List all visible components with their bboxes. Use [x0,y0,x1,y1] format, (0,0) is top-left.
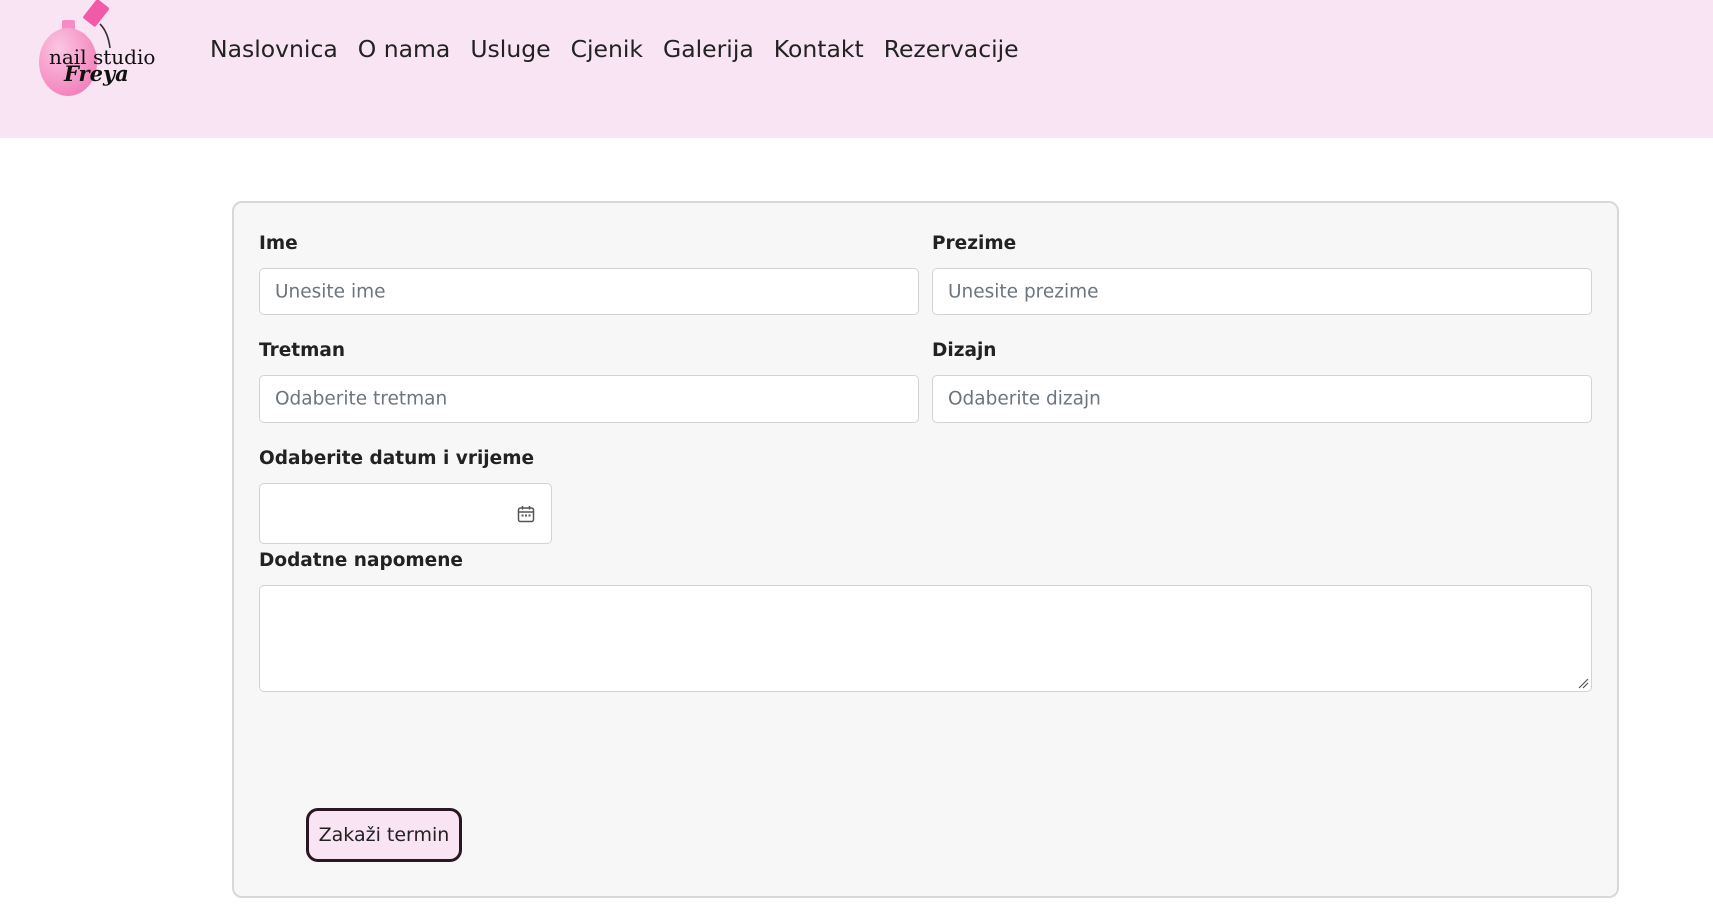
notes-textarea[interactable] [259,585,1592,692]
calendar-icon[interactable] [516,504,536,524]
nav-link-rezervacije[interactable]: Rezervacije [884,34,1019,64]
treatment-select[interactable]: Odaberite tretman [259,375,919,423]
first-name-label: Ime [259,233,298,254]
last-name-input[interactable]: Unesite prezime [932,268,1592,315]
nav-link-galerija[interactable]: Galerija [663,34,754,64]
site-header: nail studio Freya Naslovnica O nama Uslu… [0,0,1713,138]
datetime-input[interactable] [259,483,552,544]
first-name-placeholder: Unesite ime [275,281,386,302]
design-label: Dizajn [932,340,997,361]
nav-link-cjenik[interactable]: Cjenik [571,34,643,64]
last-name-placeholder: Unesite prezime [948,281,1099,302]
nav-link-kontakt[interactable]: Kontakt [774,34,864,64]
design-select[interactable]: Odaberite dizajn [932,375,1592,423]
nail-polish-logo-icon: nail studio Freya [39,0,155,96]
logo[interactable]: nail studio Freya [38,0,156,98]
nav-link-o-nama[interactable]: O nama [358,34,451,64]
main-nav: Naslovnica O nama Usluge Cjenik Galerija… [210,34,1039,64]
treatment-placeholder: Odaberite tretman [275,388,448,410]
nav-link-usluge[interactable]: Usluge [470,34,550,64]
design-placeholder: Odaberite dizajn [948,388,1101,410]
treatment-label: Tretman [259,340,346,361]
first-name-input[interactable]: Unesite ime [259,268,919,315]
nav-link-naslovnica[interactable]: Naslovnica [210,34,338,64]
last-name-label: Prezime [932,233,1017,254]
book-appointment-button[interactable]: Zakaži termin [306,808,462,862]
logo-text-bottom: Freya [63,61,129,86]
notes-label: Dodatne napomene [259,550,463,571]
resize-handle-icon[interactable] [1577,677,1589,689]
datetime-label: Odaberite datum i vrijeme [259,448,535,469]
